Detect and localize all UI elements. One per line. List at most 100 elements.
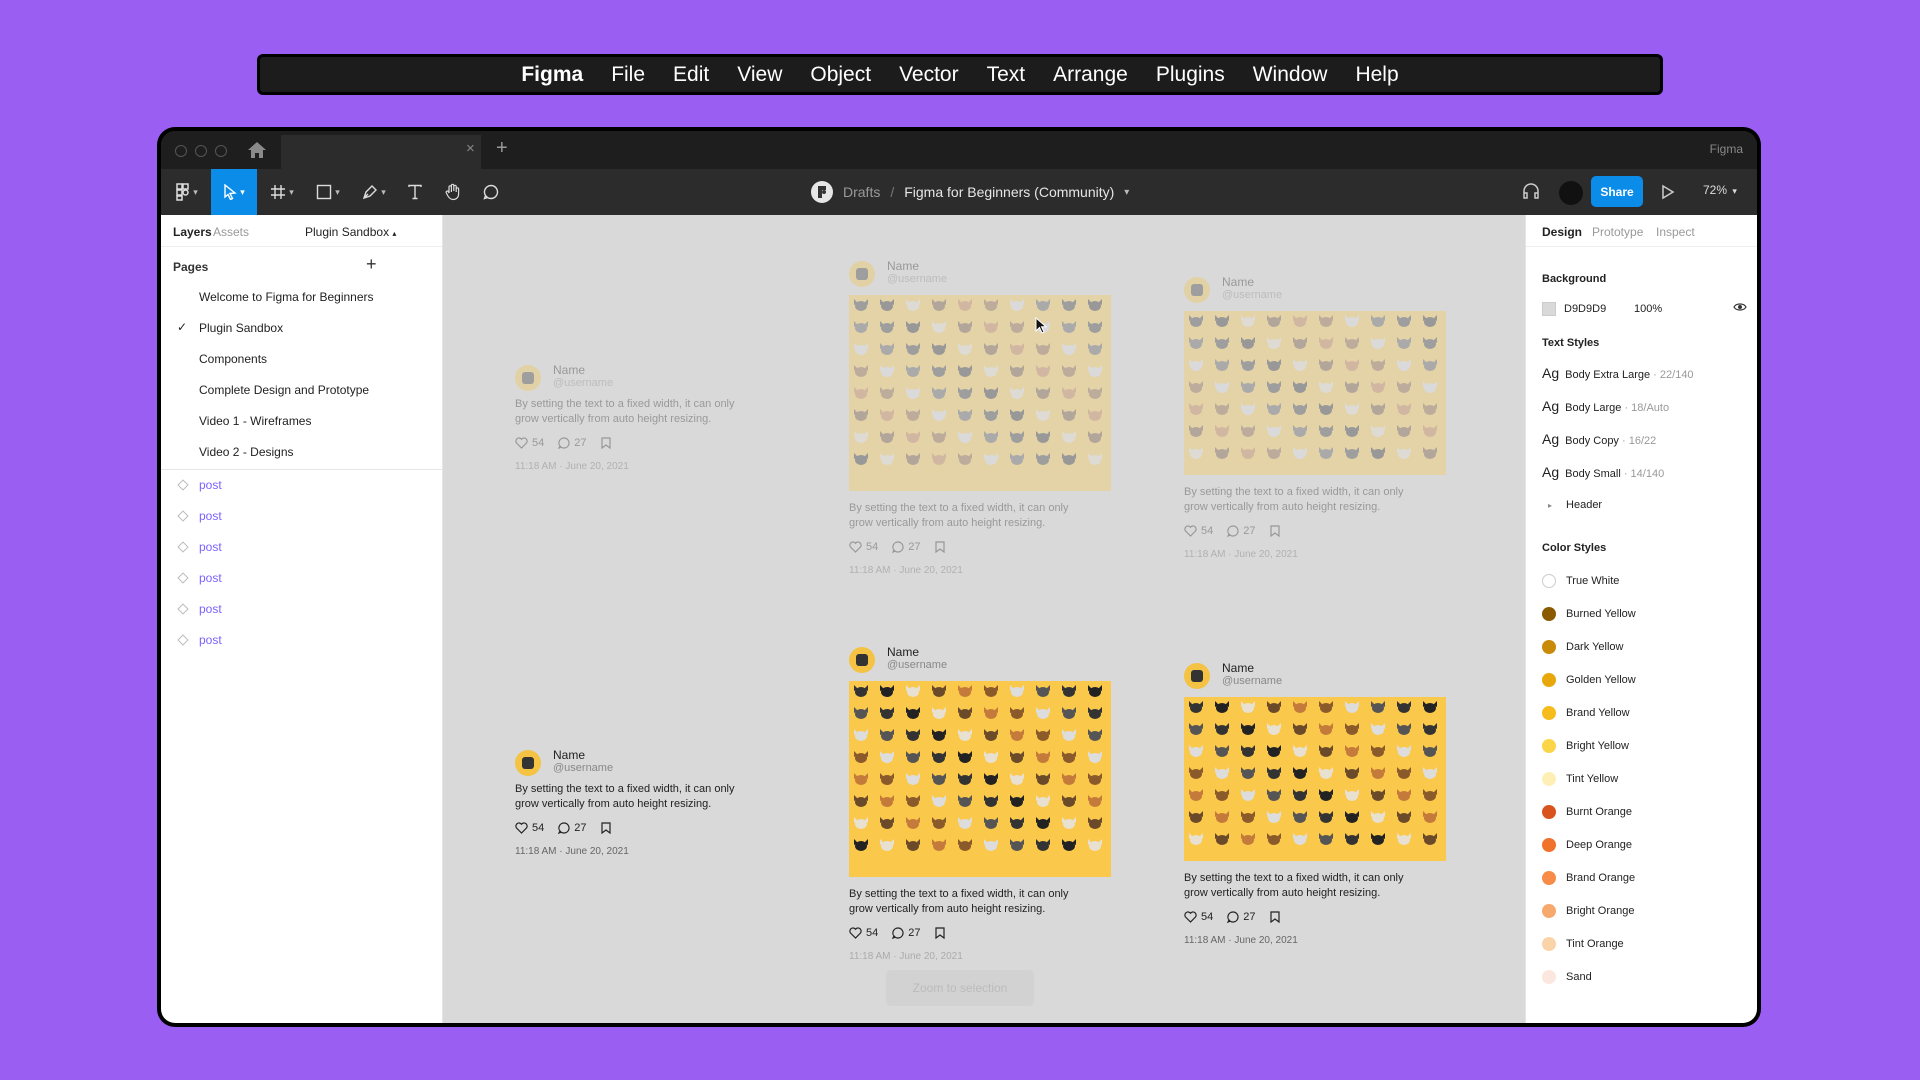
bookmark-icon[interactable] [1269,525,1280,537]
page-item-plugin-sandbox[interactable]: ✓ Plugin Sandbox [161,312,442,343]
color-style-name: Tint Yellow [1566,773,1619,785]
menu-plugins[interactable]: Plugins [1142,63,1239,87]
pen-tool-button[interactable]: ▾ [353,169,395,215]
comment-icon[interactable] [558,437,570,449]
post-card[interactable]: Name @username By setting the text to a … [1184,661,1446,946]
color-style-name: Dark Yellow [1566,641,1624,653]
chevron-down-icon: ▾ [240,186,245,197]
breadcrumb-drafts[interactable]: Drafts [843,184,880,200]
main-menu-button[interactable]: ▾ [167,169,207,215]
zoom-to-selection-toast[interactable]: Zoom to selection [886,970,1034,1006]
bookmark-icon[interactable] [934,927,945,939]
background-hex[interactable]: D9D9D9 [1564,303,1606,315]
add-page-icon[interactable]: + [366,254,377,275]
post-card[interactable]: Name @username By setting the text to a … [515,363,745,472]
eye-icon[interactable] [1733,301,1747,316]
team-icon[interactable] [811,181,833,203]
layer-item[interactable]: post [161,625,442,656]
page-selector[interactable]: Plugin Sandbox ▴ [305,225,396,239]
zoom-dropdown[interactable]: 72% ▾ [1703,183,1737,197]
text-style-row[interactable]: Ag Body Extra Large · 22/140 [1542,365,1694,385]
heart-icon[interactable] [1184,911,1197,923]
comment-icon[interactable] [1227,911,1239,923]
text-style-group-header[interactable]: ▸ Header [1542,499,1602,519]
heart-icon[interactable] [849,541,862,553]
shape-tool-button[interactable]: ▾ [307,169,349,215]
background-fill-row[interactable]: D9D9D9 100% [1542,299,1747,319]
menu-arrange[interactable]: Arrange [1039,63,1142,87]
heart-icon[interactable] [1184,525,1197,537]
minimize-window-button[interactable] [195,145,207,157]
menu-file[interactable]: File [597,63,659,87]
post-card[interactable]: Name @username By setting the text to a … [515,748,745,857]
layer-item[interactable]: post [161,563,442,594]
dog-avatar-icon [849,261,875,287]
comment-tool-button[interactable] [473,169,509,215]
frame-tool-button[interactable]: ▾ [261,169,303,215]
share-button[interactable]: Share [1591,176,1643,207]
comment-icon[interactable] [892,927,904,939]
page-item-complete-design[interactable]: Complete Design and Prototype [161,374,442,405]
text-style-meta: 16/22 [1628,435,1657,447]
headset-icon[interactable] [1521,181,1541,206]
background-opacity[interactable]: 100% [1634,303,1662,315]
post-actions: 54 27 [1184,523,1414,539]
new-tab-icon[interactable]: + [496,137,508,160]
menu-object[interactable]: Object [796,63,885,87]
post-card[interactable]: Name @username By setting the text to a … [849,645,1111,962]
page-item-video-2[interactable]: Video 2 - Designs [161,436,442,467]
bookmark-icon[interactable] [600,822,611,834]
menu-vector[interactable]: Vector [885,63,973,87]
design-canvas[interactable]: Name @username By setting the text to a … [443,215,1525,1023]
close-tab-icon[interactable]: × [466,140,475,157]
layer-item[interactable]: post [161,501,442,532]
menu-edit[interactable]: Edit [659,63,723,87]
post-card[interactable]: Name @username By setting the text to a … [1184,275,1446,560]
post-actions: 54 27 [849,925,1079,941]
present-play-icon[interactable] [1661,184,1675,205]
text-tool-button[interactable] [397,169,433,215]
post-actions: 54 27 [515,435,745,451]
bookmark-icon[interactable] [934,541,945,553]
tab-design[interactable]: Design [1542,225,1582,239]
page-item-video-1[interactable]: Video 1 - Wireframes [161,405,442,436]
heart-icon[interactable] [515,822,528,834]
page-item-welcome[interactable]: Welcome to Figma for Beginners [161,281,442,312]
comment-icon[interactable] [892,541,904,553]
menu-view[interactable]: View [723,63,796,87]
page-item-label: Video 1 - Wireframes [199,414,312,428]
tab-inspect[interactable]: Inspect [1656,225,1695,239]
heart-icon[interactable] [515,437,528,449]
text-style-row[interactable]: Ag Body Large · 18/Auto [1542,398,1669,418]
menu-figma[interactable]: Figma [507,63,597,87]
background-swatch[interactable] [1542,302,1556,316]
text-style-row[interactable]: Ag Body Small · 14/140 [1542,464,1664,484]
comment-icon[interactable] [558,822,570,834]
user-avatar[interactable] [1559,181,1583,205]
chevron-down-icon[interactable]: ▾ [1124,187,1129,198]
tab-prototype[interactable]: Prototype [1592,225,1643,239]
hand-tool-button[interactable] [435,169,471,215]
menu-help[interactable]: Help [1341,63,1412,87]
layer-item[interactable]: post [161,594,442,625]
menu-window[interactable]: Window [1239,63,1342,87]
bookmark-icon[interactable] [1269,911,1280,923]
file-name[interactable]: Figma for Beginners (Community) [904,184,1114,200]
tab-assets[interactable]: Assets [213,225,249,239]
maximize-window-button[interactable] [215,145,227,157]
close-window-button[interactable] [175,145,187,157]
page-item-label: Plugin Sandbox [199,321,284,335]
menu-text[interactable]: Text [973,63,1040,87]
layer-item[interactable]: post [161,532,442,563]
layer-item[interactable]: post [161,470,442,501]
heart-icon[interactable] [849,927,862,939]
comment-icon[interactable] [1227,525,1239,537]
file-tab[interactable] [281,135,481,169]
move-tool-button[interactable]: ▾ [211,169,257,215]
home-icon[interactable] [247,141,271,161]
post-card[interactable]: Name @username By setting the text to a … [849,259,1111,576]
bookmark-icon[interactable] [600,437,611,449]
tab-layers[interactable]: Layers [173,225,212,239]
page-item-components[interactable]: Components [161,343,442,374]
text-style-row[interactable]: Ag Body Copy · 16/22 [1542,431,1656,451]
